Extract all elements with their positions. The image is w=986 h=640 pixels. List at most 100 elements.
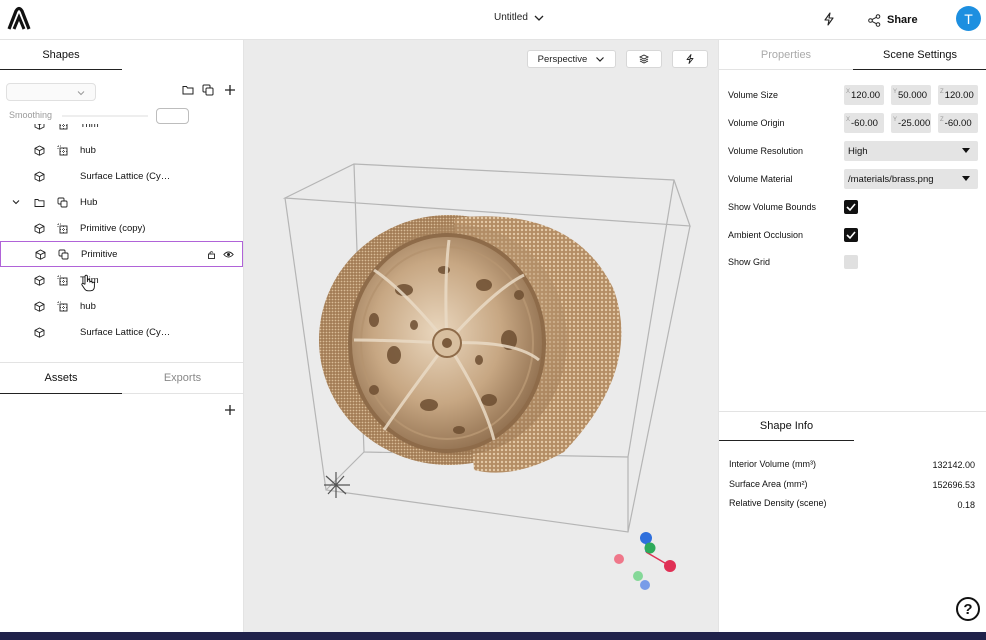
chevron-down-icon [77,91,85,96]
tree-row[interactable]: Primitive [0,241,243,267]
checkmark-icon [846,203,856,212]
volume-size-z-input[interactable]: Z 120.00 [938,85,978,105]
scene-canvas[interactable] [244,40,718,632]
tab-shape-info[interactable]: Shape Info [719,412,854,441]
volume-origin-y-value: -25.000 [898,117,931,129]
volume-material-label: Volume Material [728,174,793,184]
filter-select[interactable] [6,83,96,101]
tab-shapes[interactable]: Shapes [0,40,122,70]
shape-tree: Trim hub Surface Lattice (Cy… Hub Primitive … [0,124,243,362]
group-icon [57,197,68,208]
volume-resolution-select[interactable]: High [844,141,978,161]
caret-down-icon [962,176,970,181]
chevron-down-icon[interactable] [11,197,21,207]
tree-row[interactable]: Primitive (copy) [0,215,243,241]
tree-row-label: Surface Lattice (Cy… [80,170,171,182]
smoothing-input[interactable] [156,108,189,124]
axis-gizmo[interactable] [614,532,676,590]
smoothing-slider[interactable] [62,115,148,117]
lattice-icon [57,223,68,234]
volume-origin-x-value: -60.00 [851,117,878,129]
document-title-dropdown[interactable]: Untitled [494,12,544,23]
cube-icon [34,300,45,312]
volume-origin-y-input[interactable]: Y -25.000 [891,113,931,133]
share-button[interactable]: Share [868,10,918,30]
lattice-icon [57,275,68,286]
show-volume-bounds-label: Show Volume Bounds [728,202,817,212]
add-asset-icon[interactable] [224,404,236,416]
help-button[interactable]: ? [956,597,980,621]
checkmark-icon [846,231,856,240]
cube-icon [35,248,46,260]
app-logo-icon[interactable] [6,6,32,32]
3d-viewport[interactable]: Perspective [244,40,718,632]
ambient-occlusion-checkbox[interactable] [844,228,858,242]
info-value: 0.18 [957,500,975,510]
tab-properties[interactable]: Properties [719,40,853,70]
lightning-icon [686,54,694,64]
user-avatar[interactable]: T [956,6,981,31]
cube-icon [34,124,45,130]
duplicate-icon[interactable] [202,84,214,96]
volume-resolution-label: Volume Resolution [728,146,804,156]
cube-icon [34,326,45,338]
info-label: Relative Density (scene) [729,498,827,508]
top-bar: Untitled Share T [0,0,986,40]
group-icon [58,249,69,260]
camera-mode-select[interactable]: Perspective [527,50,616,68]
cube-icon [34,274,45,286]
tree-row-label: Primitive (copy) [80,222,146,234]
eye-icon[interactable] [223,250,234,259]
tree-row[interactable]: Trim [0,267,243,293]
volume-material-value: /materials/brass.png [848,173,934,185]
tree-row[interactable]: Hub [0,189,243,215]
volume-origin-label: Volume Origin [728,118,785,128]
volume-size-z-value: 120.00 [944,89,974,101]
layers-icon [639,54,649,64]
asset-tabs: Assets Exports [0,362,243,394]
volume-size-y-input[interactable]: Y 50.000 [891,85,931,105]
camera-mode-label: Perspective [537,53,588,65]
pointer-hand-cursor-icon [81,274,95,292]
show-volume-bounds-checkbox[interactable] [844,200,858,214]
tree-row[interactable]: Surface Lattice (Cy… [0,319,243,345]
tab-assets[interactable]: Assets [0,363,122,394]
desktop-strip [0,632,986,640]
volume-origin-z-input[interactable]: Z -60.00 [938,113,978,133]
tree-row[interactable]: hub [0,293,243,319]
tab-scene-settings[interactable]: Scene Settings [853,40,986,70]
info-label: Interior Volume (mm³) [729,459,817,469]
folder-icon[interactable] [182,84,194,96]
chevron-down-icon [596,57,605,62]
volume-resolution-value: High [848,145,868,157]
lock-icon[interactable] [207,250,216,259]
share-icon [868,13,881,27]
folder-icon [34,197,45,208]
volume-origin-x-input[interactable]: X -60.00 [844,113,884,133]
chevron-down-icon [534,15,544,21]
tree-row[interactable]: hub [0,137,243,163]
show-grid-label: Show Grid [728,257,771,267]
tab-exports[interactable]: Exports [122,363,243,394]
smoothing-label: Smoothing [9,110,53,120]
cube-icon [34,170,45,182]
show-grid-checkbox[interactable] [844,255,858,269]
tree-row-label: Trim [80,124,99,130]
volume-material-select[interactable]: /materials/brass.png [844,169,978,189]
tree-row-label: Surface Lattice (Cy… [80,326,171,338]
lightning-icon[interactable] [822,12,836,26]
lattice-icon [57,124,68,130]
tree-row-label: Hub [80,196,98,208]
info-label: Surface Area (mm²) [729,479,808,489]
volume-size-y-value: 50.000 [898,89,928,101]
plus-icon[interactable] [224,84,236,96]
lattice-icon [57,301,68,312]
document-title: Untitled [494,12,528,23]
wheel-model[interactable] [319,215,622,473]
tree-row[interactable]: Trim [0,124,243,137]
layers-button[interactable] [626,50,662,68]
tree-row[interactable]: Surface Lattice (Cy… [0,163,243,189]
origin-marker-icon [324,472,350,498]
render-button[interactable] [672,50,708,68]
volume-size-x-input[interactable]: X 120.00 [844,85,884,105]
